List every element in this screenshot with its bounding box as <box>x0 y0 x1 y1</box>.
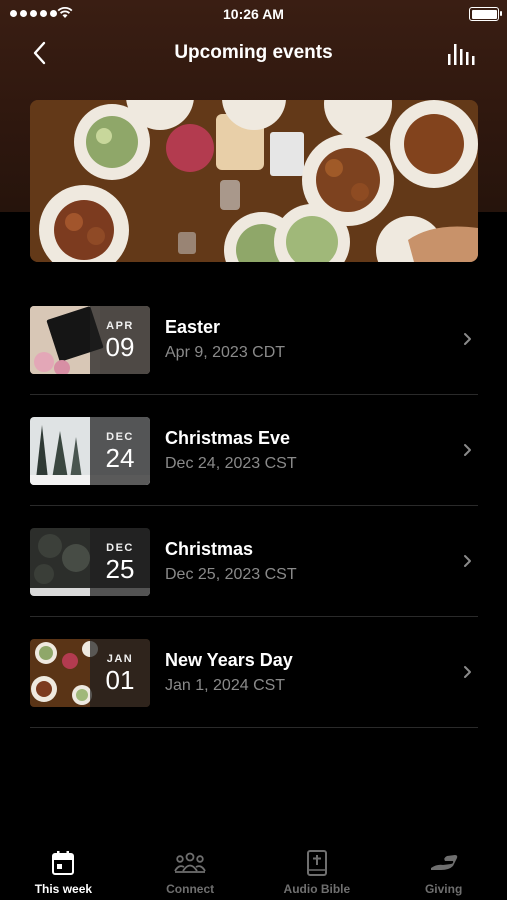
status-bar: 10:26 AM <box>0 0 507 28</box>
date-badge: DEC 24 <box>90 417 150 485</box>
tab-audio-bible[interactable]: Audio Bible <box>254 840 381 900</box>
tab-giving[interactable]: Giving <box>380 840 507 900</box>
chevron-right-icon <box>464 444 471 456</box>
event-title: Easter <box>165 317 221 337</box>
date-badge: DEC 25 <box>90 528 150 596</box>
event-thumbnail: APR 09 <box>30 306 150 374</box>
chevron-right-icon <box>464 333 471 345</box>
event-month: DEC <box>106 542 134 554</box>
event-date: Dec 25, 2023 CST <box>165 566 297 583</box>
nav-bar: Upcoming events <box>0 30 507 76</box>
calendar-icon <box>52 851 75 875</box>
event-row-christmas[interactable]: DEC 25 Christmas Dec 25, 2023 CST <box>30 506 478 617</box>
tab-connect[interactable]: Connect <box>127 840 254 900</box>
event-month: JAN <box>106 653 134 665</box>
event-day: 09 <box>105 332 135 362</box>
date-badge: APR 09 <box>90 306 150 374</box>
event-row-christmas-eve[interactable]: DEC 24 Christmas Eve Dec 24, 2023 CST <box>30 395 478 506</box>
event-thumbnail: JAN 01 <box>30 639 150 707</box>
tab-label: Giving <box>424 882 463 896</box>
event-month: APR <box>106 320 134 332</box>
bible-icon <box>306 850 327 876</box>
battery-icon <box>469 7 502 21</box>
event-date: Jan 1, 2024 CST <box>165 677 286 694</box>
event-list: APR 09 Easter Apr 9, 2023 CDT DEC 24 Chr… <box>30 284 478 728</box>
hero-image <box>30 100 478 262</box>
tab-label: This week <box>34 882 93 896</box>
page-title: Upcoming events <box>174 42 333 63</box>
people-icon <box>174 852 206 873</box>
status-time: 10:26 AM <box>223 6 284 22</box>
event-thumbnail: DEC 24 <box>30 417 150 485</box>
event-day: 25 <box>105 554 135 584</box>
tab-label: Connect <box>166 882 215 896</box>
chevron-right-icon <box>464 555 471 567</box>
event-month: DEC <box>106 431 134 443</box>
event-row-new-years-day[interactable]: JAN 01 New Years Day Jan 1, 2024 CST <box>30 617 478 728</box>
chevron-right-icon <box>464 666 471 678</box>
tab-bar: This week Connect Audio Bible Giving <box>0 840 507 900</box>
date-badge: JAN 01 <box>90 639 150 707</box>
bar-chart-icon[interactable] <box>447 42 477 66</box>
event-title: Christmas <box>165 539 254 559</box>
event-day: 01 <box>105 665 135 695</box>
event-title: Christmas Eve <box>165 428 291 448</box>
tab-this-week[interactable]: This week <box>0 840 127 900</box>
hand-icon <box>430 855 457 870</box>
event-thumbnail: DEC 25 <box>30 528 150 596</box>
event-title: New Years Day <box>165 650 293 670</box>
event-row-easter[interactable]: APR 09 Easter Apr 9, 2023 CDT <box>30 284 478 395</box>
event-day: 24 <box>105 443 135 473</box>
event-date: Apr 9, 2023 CDT <box>165 344 286 361</box>
event-date: Dec 24, 2023 CST <box>165 455 297 472</box>
tab-label: Audio Bible <box>283 882 351 896</box>
